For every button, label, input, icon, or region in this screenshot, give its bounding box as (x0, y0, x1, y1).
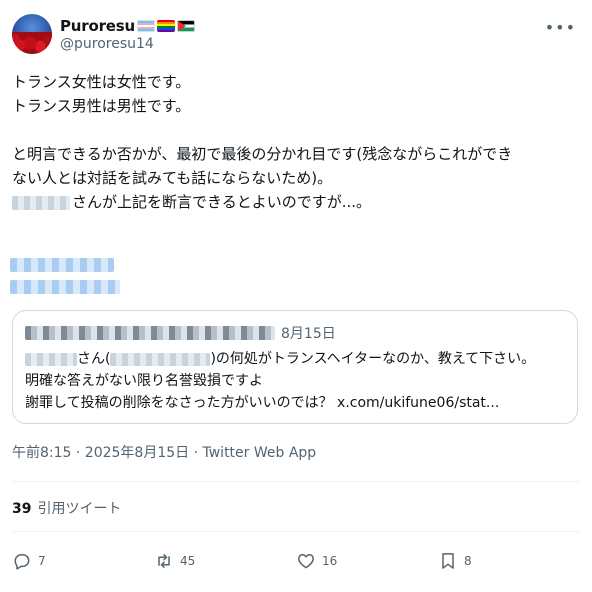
retweet-icon (158, 554, 170, 568)
tweet-line: トランス女性は女性です。 (12, 73, 191, 91)
user-handle[interactable]: @puroresu14 (60, 36, 154, 52)
tweet-line-suffix: さんが上記を断言できるとよいのですが...。 (72, 193, 372, 211)
tweet-header: Puroresu @puroresu14 ••• (12, 12, 580, 58)
quote-tweets-link[interactable]: 39 引用ツイート (12, 498, 121, 518)
quoted-line: 謝罪して投稿の削除をなさった方がいいのでは？ x.com/ukifune06/s… (25, 395, 500, 411)
tweet-line: ない人とは対話を試みても話にならないため)。 (12, 169, 333, 187)
tweet-line: と明言できるか否かが、最初で最後の分かれ目です(残念ながらこれができ (12, 145, 513, 163)
quoted-line: さん( )の何処がトランスヘイターなのか、教えて下さい。 (25, 348, 565, 370)
like-button[interactable]: 16 (296, 546, 337, 576)
action-bar: 7 45 16 8 (12, 546, 580, 576)
redacted-username (25, 352, 77, 366)
quoted-tweet[interactable]: 8月15日 さん( )の何処がトランスヘイターなのか、教えて下さい。 明確な答えが… (12, 310, 578, 424)
rainbow-flag-icon (156, 20, 175, 32)
quoted-tweet-text: さん( )の何処がトランスヘイターなのか、教えて下さい。 明確な答えがない限り名誉… (25, 348, 565, 414)
tweet-line: トランス男性は男性です。 (12, 97, 191, 115)
tweet-line-with-redaction: さんが上記を断言できるとよいのですが...。 (12, 190, 580, 214)
avatar-flowers-image (12, 32, 52, 54)
quoted-tweet-header: 8月15日 (25, 323, 336, 343)
palestine-flag-icon (176, 20, 195, 32)
quote-count: 39 (12, 501, 32, 517)
redacted-link[interactable] (10, 280, 120, 294)
like-count: 16 (322, 554, 338, 568)
more-options-icon[interactable]: ••• (545, 18, 576, 37)
redacted-link[interactable] (10, 258, 114, 272)
transgender-flag-icon (136, 20, 155, 32)
redacted-username (12, 195, 70, 210)
quoted-tweet-date: 8月15日 (281, 326, 336, 342)
name-row: Puroresu (60, 16, 195, 36)
divider (12, 481, 580, 482)
bookmark-icon (442, 553, 454, 569)
redacted-quoted-author (25, 326, 275, 340)
tweet-timestamp[interactable]: 午前8:15 · 2025年8月15日 · Twitter Web App (12, 442, 316, 462)
reply-count: 7 (38, 554, 46, 568)
display-name[interactable]: Puroresu (60, 17, 135, 35)
quote-label: 引用ツイート (37, 501, 122, 517)
bookmark-count: 8 (464, 554, 472, 568)
divider (12, 531, 580, 532)
bookmark-button[interactable]: 8 (438, 546, 472, 576)
avatar[interactable] (12, 14, 52, 54)
redacted-handle (110, 352, 211, 366)
tweet-text: トランス女性は女性です。 トランス男性は男性です。 と明言できるか否かが、最初で… (12, 70, 580, 214)
retweet-count: 45 (180, 554, 196, 568)
retweet-button[interactable]: 45 (154, 546, 195, 576)
tweet: Puroresu @puroresu14 ••• トランス女性は女性です。 トラ… (0, 0, 592, 592)
quoted-line: 明確な答えがない限り名誉毀損ですよ (25, 373, 263, 389)
reply-button[interactable]: 7 (12, 546, 46, 576)
reply-icon (14, 554, 30, 570)
quoted-line-part: さん( (77, 351, 111, 367)
quoted-line-part: )の何処がトランスヘイターなのか、教えて下さい。 (210, 351, 536, 367)
heart-icon (298, 554, 314, 569)
